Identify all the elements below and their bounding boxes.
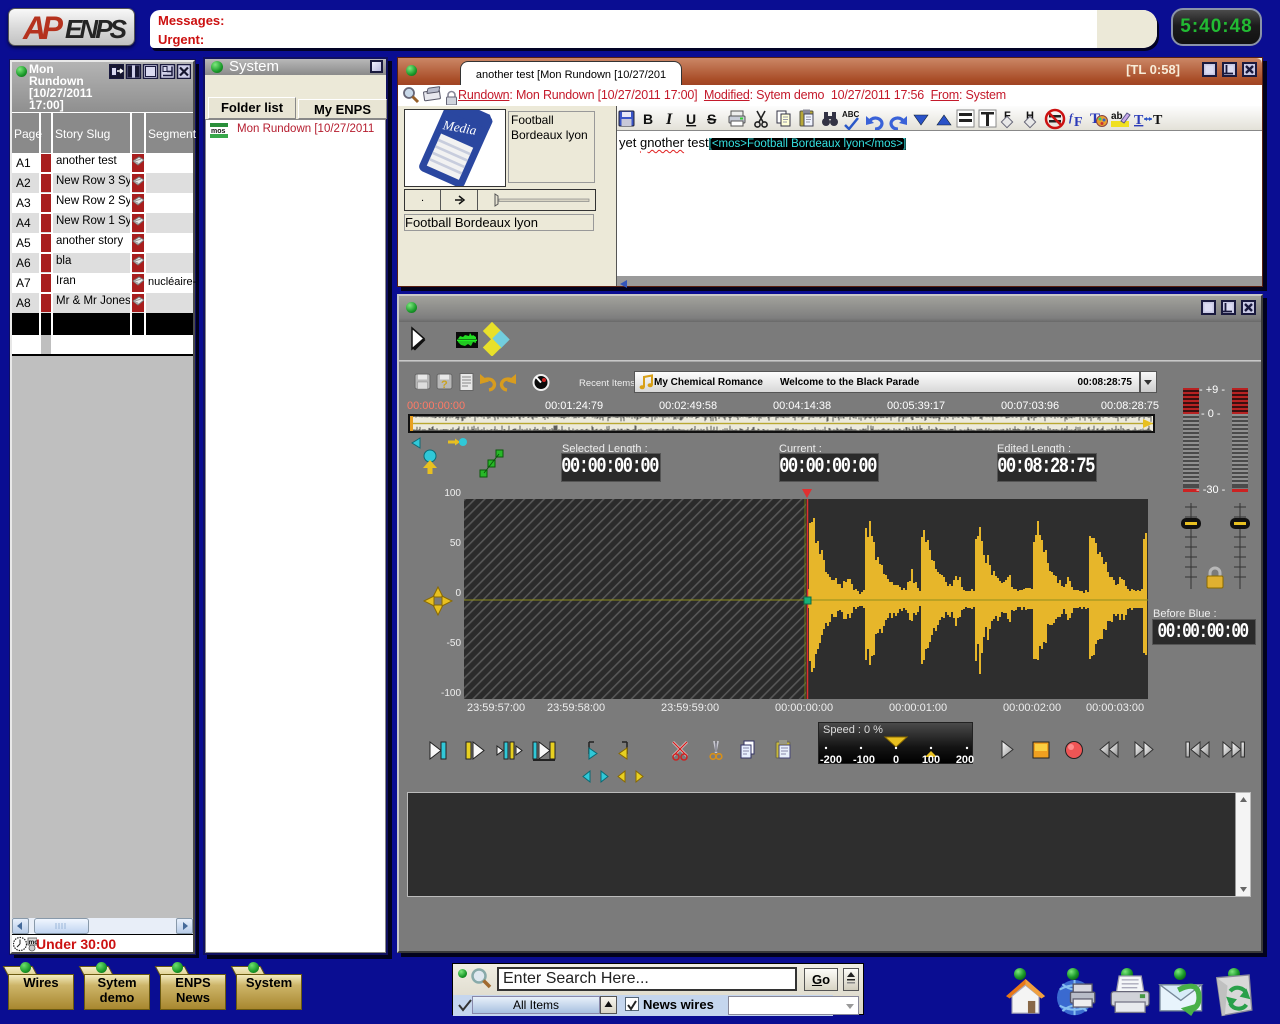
svg-text:-200: -200 bbox=[820, 754, 842, 765]
svg-text:200: 200 bbox=[956, 754, 974, 765]
svg-text:F: F bbox=[1074, 115, 1083, 130]
svg-text:T: T bbox=[1153, 113, 1163, 128]
svg-text:AP: AP bbox=[22, 10, 64, 45]
svg-text:ENPS: ENPS bbox=[65, 14, 128, 44]
svg-text:-100: -100 bbox=[853, 754, 875, 765]
svg-text:?: ? bbox=[441, 379, 448, 391]
svg-text:I: I bbox=[665, 111, 673, 128]
svg-text:mos: mos bbox=[211, 128, 226, 135]
svg-text:U: U bbox=[686, 111, 696, 127]
svg-text:0: 0 bbox=[893, 754, 899, 765]
svg-text:S: S bbox=[707, 111, 716, 127]
svg-text:T: T bbox=[1134, 113, 1144, 128]
svg-text:100: 100 bbox=[922, 754, 940, 765]
svg-text:B: B bbox=[643, 111, 653, 127]
